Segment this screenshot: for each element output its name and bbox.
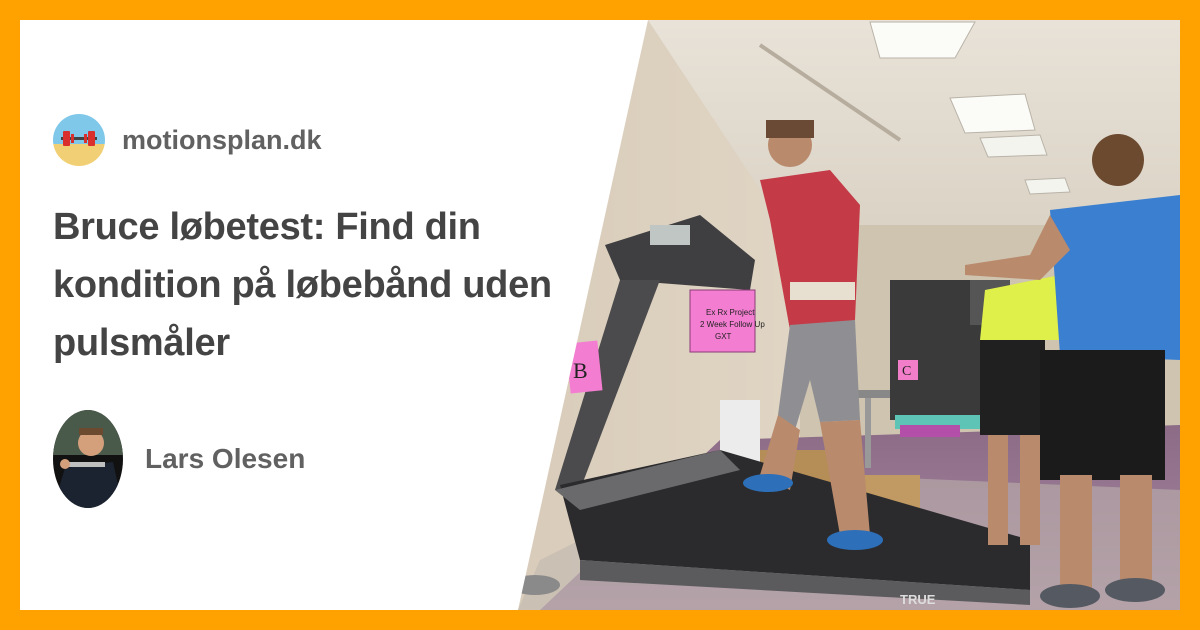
author-avatar	[53, 410, 123, 508]
author-info: Lars Olesen	[53, 410, 305, 508]
svg-text:GXT: GXT	[715, 332, 732, 341]
article-title[interactable]: Bruce løbetest: Find din kondition på lø…	[53, 198, 613, 372]
treadmill-brand-label: TRUE	[900, 592, 936, 607]
site-name[interactable]: motionsplan.dk	[122, 125, 322, 156]
author-name[interactable]: Lars Olesen	[145, 443, 305, 475]
barbell-beach-logo	[53, 114, 105, 166]
share-card: B Ex Rx Project 2 Week Follow Up GXT C T…	[20, 20, 1180, 610]
orange-frame: B Ex Rx Project 2 Week Follow Up GXT C T…	[0, 0, 1200, 630]
svg-text:Ex Rx Project: Ex Rx Project	[706, 308, 755, 317]
site-header: motionsplan.dk	[53, 114, 322, 166]
svg-text:2 Week Follow Up: 2 Week Follow Up	[700, 320, 765, 329]
svg-text:C: C	[902, 364, 911, 379]
